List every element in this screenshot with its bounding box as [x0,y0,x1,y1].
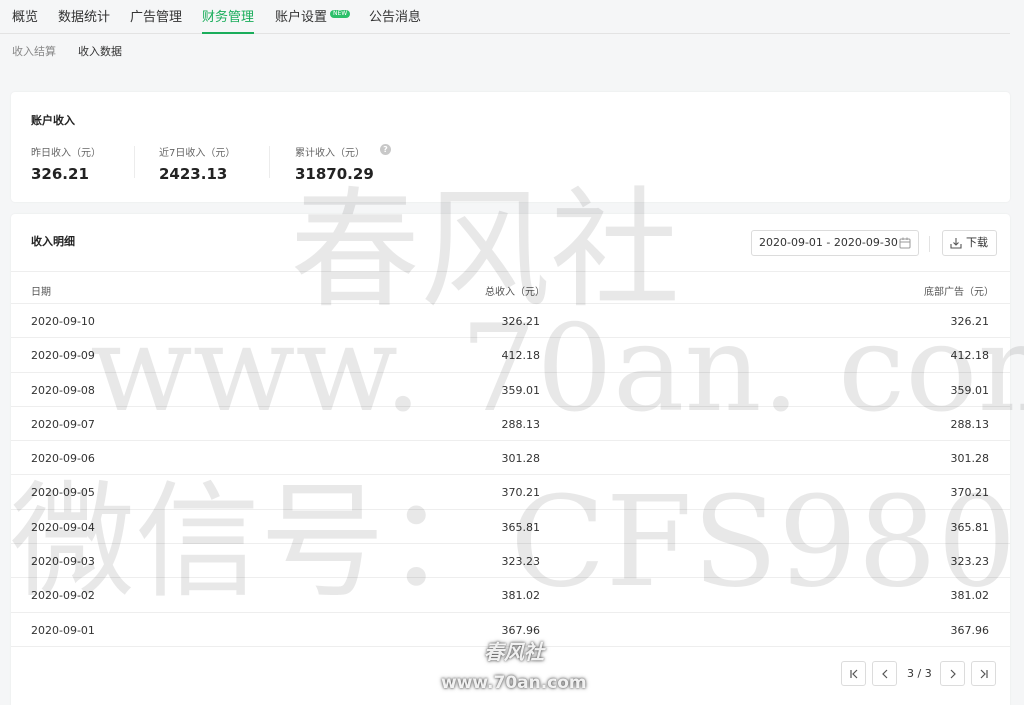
download-icon [950,238,962,249]
tab-account-settings[interactable]: 账户设置 NEW [275,6,351,34]
table-row: 2020-09-10 326.21 326.21 [11,304,1010,339]
cell-bottom-ad: 359.01 [950,383,990,397]
cell-bottom-ad: 367.96 [950,623,990,637]
cell-bottom-ad: 370.21 [950,486,990,500]
download-button-label: 下载 [966,236,988,249]
cell-total-income: 288.13 [501,417,541,431]
table-row: 2020-09-02 381.02 381.02 [11,578,1010,613]
tab-finance-management[interactable]: 财务管理 [202,6,255,34]
subtab-income-settlement[interactable]: 收入结算 [12,43,56,59]
income-detail-title: 收入明细 [31,235,75,248]
tab-announcements[interactable]: 公告消息 [369,6,421,34]
table-body: 2020-09-10 326.21 326.21 2020-09-09 412.… [11,304,1010,647]
chevron-left-icon [882,669,888,679]
table-row: 2020-09-04 365.81 365.81 [11,510,1010,545]
first-page-icon [850,669,858,679]
download-button[interactable]: 下载 [942,230,997,256]
cell-date: 2020-09-09 [31,349,95,363]
table-row: 2020-09-06 301.28 301.28 [11,441,1010,476]
cell-total-income: 301.28 [501,452,541,466]
cell-date: 2020-09-10 [31,315,95,328]
cell-date: 2020-09-08 [31,383,95,397]
table-row: 2020-09-05 370.21 370.21 [11,475,1010,510]
column-header-bottom-ad: 底部广告（元） [924,287,994,298]
tab-data-stats[interactable]: 数据统计 [58,6,110,34]
cell-date: 2020-09-02 [31,589,95,603]
stat-yesterday-value: 326.21 [31,165,89,183]
stat-cumulative: 累计收入（元） 31870.29 [295,144,374,183]
stat-last-7-days-value: 2423.13 [159,165,228,183]
table-row: 2020-09-08 359.01 359.01 [11,373,1010,407]
stat-last-7-days-label: 近7日收入（元） [159,148,236,159]
cell-date: 2020-09-05 [31,486,95,500]
tab-ad-management[interactable]: 广告管理 [130,6,182,34]
stat-cumulative-value: 31870.29 [295,165,374,183]
stat-last-7-days: 近7日收入（元） 2423.13 [159,144,235,183]
table-row: 2020-09-01 367.96 367.96 [11,613,1010,647]
calendar-icon [899,237,911,249]
cell-date: 2020-09-01 [31,623,95,637]
cell-total-income: 323.23 [501,555,541,569]
cell-bottom-ad: 412.18 [950,349,990,363]
cell-total-income: 326.21 [501,315,541,328]
first-page-button[interactable] [841,661,866,686]
stat-divider [269,146,270,178]
date-range-value: 2020-09-01 - 2020-09-30 [759,236,898,249]
column-header-total-income: 总收入（元） [485,287,545,298]
cell-bottom-ad: 326.21 [950,315,990,328]
page-indicator: 3 / 3 [907,667,932,680]
stat-divider [134,146,135,178]
table-row: 2020-09-07 288.13 288.13 [11,407,1010,442]
stat-yesterday-label: 昨日收入（元） [31,148,101,159]
tab-overview[interactable]: 概览 [12,6,38,34]
cell-total-income: 381.02 [501,589,541,603]
new-badge: NEW [330,10,351,18]
top-nav: 概览 数据统计 广告管理 财务管理 账户设置 NEW 公告消息 [0,0,1010,34]
last-page-button[interactable] [971,661,996,686]
last-page-icon [980,669,988,679]
cell-date: 2020-09-07 [31,417,95,431]
table-row: 2020-09-03 323.23 323.23 [11,544,1010,579]
prev-page-button[interactable] [872,661,897,686]
cell-total-income: 359.01 [501,383,541,397]
income-detail-card: 收入明细 2020-09-01 - 2020-09-30 下载 日期 总收入（元… [11,214,1010,705]
next-page-button[interactable] [940,661,965,686]
cell-total-income: 370.21 [501,486,541,500]
date-range-picker[interactable]: 2020-09-01 - 2020-09-30 [751,230,919,256]
cell-date: 2020-09-06 [31,452,95,466]
cell-total-income: 367.96 [501,623,541,637]
cell-total-income: 412.18 [501,349,541,363]
table-row: 2020-09-09 412.18 412.18 [11,338,1010,373]
question-circle-icon[interactable]: ? [380,144,391,155]
cell-total-income: 365.81 [501,520,541,534]
cell-bottom-ad: 288.13 [950,417,990,431]
chevron-right-icon [950,669,956,679]
cell-bottom-ad: 323.23 [950,555,990,569]
cell-date: 2020-09-04 [31,520,95,534]
column-header-date: 日期 [31,287,51,298]
cell-bottom-ad: 381.02 [950,589,990,603]
cell-bottom-ad: 365.81 [950,520,990,534]
account-income-card: 账户收入 昨日收入（元） 326.21 近7日收入（元） 2423.13 累计收… [11,92,1010,202]
stat-cumulative-label: 累计收入（元） [295,148,365,159]
account-income-title: 账户收入 [31,114,75,127]
subtab-income-data[interactable]: 收入数据 [78,43,122,59]
table-header: 日期 总收入（元） 底部广告（元） [11,271,1010,304]
toolbar-divider [929,236,930,252]
cell-bottom-ad: 301.28 [950,452,990,466]
cell-date: 2020-09-03 [31,555,95,569]
tab-account-settings-label: 账户设置 [275,10,328,25]
stat-yesterday: 昨日收入（元） 326.21 [31,144,101,183]
